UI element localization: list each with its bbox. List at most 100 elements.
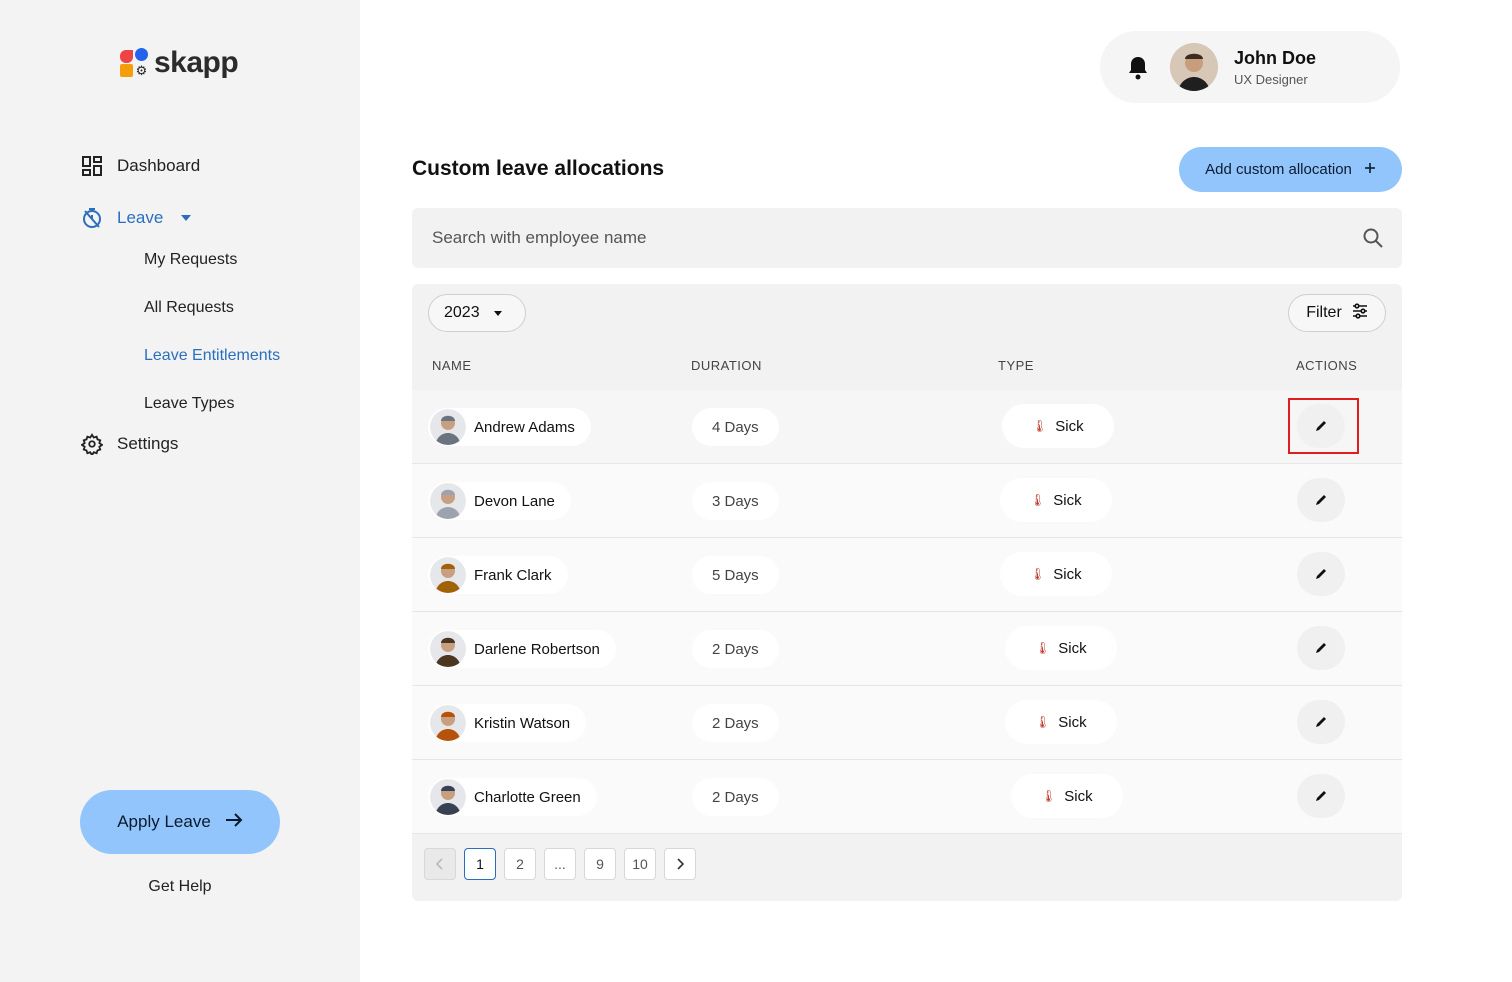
next-page-button[interactable] bbox=[664, 848, 696, 880]
pencil-icon bbox=[1316, 717, 1326, 727]
avatar[interactable] bbox=[1170, 43, 1218, 91]
arrow-right-icon bbox=[225, 812, 243, 832]
edit-button[interactable] bbox=[1297, 552, 1345, 596]
allocations-table: 2023 Filter NAME DURATION TYPE ACTIONS A… bbox=[412, 284, 1402, 901]
sliders-icon bbox=[1352, 302, 1368, 324]
avatar bbox=[430, 483, 466, 519]
table-row: Darlene Robertson 2 Days 🌡 Sick bbox=[412, 612, 1402, 686]
search-bar bbox=[412, 208, 1402, 268]
leave-type-chip: 🌡 Sick bbox=[1011, 774, 1123, 818]
pencil-icon bbox=[1316, 421, 1326, 431]
leave-type-label: Sick bbox=[1058, 713, 1087, 731]
sidebar-item-label: Settings bbox=[117, 434, 179, 453]
sidebar-subitem-my-requests[interactable]: My Requests bbox=[144, 236, 340, 284]
sidebar-subitem-leave-entitlements[interactable]: Leave Entitlements bbox=[144, 332, 340, 380]
apply-leave-button[interactable]: Apply Leave bbox=[80, 790, 280, 854]
bell-icon[interactable] bbox=[1126, 55, 1150, 80]
leave-type-label: Sick bbox=[1064, 787, 1093, 805]
avatar bbox=[430, 705, 466, 741]
edit-button[interactable] bbox=[1297, 700, 1345, 744]
chevron-right-icon bbox=[677, 858, 684, 870]
filter-button[interactable]: Filter bbox=[1288, 294, 1386, 332]
table-row: Charlotte Green 2 Days 🌡 Sick bbox=[412, 760, 1402, 834]
leave-type-label: Sick bbox=[1053, 491, 1082, 509]
leave-type-chip: 🌡 Sick bbox=[1000, 552, 1112, 596]
add-custom-allocation-label: Add custom allocation bbox=[1205, 161, 1352, 178]
edit-button[interactable] bbox=[1297, 478, 1345, 522]
column-header-duration: DURATION bbox=[691, 358, 762, 373]
employee-chip: Kristin Watson bbox=[428, 704, 587, 742]
table-row: Frank Clark 5 Days 🌡 Sick bbox=[412, 538, 1402, 612]
sidebar-subitem-leave-types[interactable]: Leave Types bbox=[144, 380, 340, 428]
leave-type-chip: 🌡 Sick bbox=[1005, 700, 1117, 744]
sidebar-item-label: Leave bbox=[117, 208, 164, 227]
get-help-link[interactable]: Get Help bbox=[80, 878, 280, 896]
thermometer-icon: 🌡 bbox=[1030, 567, 1046, 581]
edit-button[interactable] bbox=[1297, 774, 1345, 818]
column-header-type: TYPE bbox=[998, 358, 1034, 373]
dashboard-icon bbox=[80, 154, 104, 178]
duration-chip: 3 Days bbox=[692, 482, 779, 520]
page-button[interactable]: 2 bbox=[504, 848, 536, 880]
avatar bbox=[430, 409, 466, 445]
pencil-icon bbox=[1316, 569, 1326, 579]
avatar bbox=[430, 779, 466, 815]
page-button[interactable]: 10 bbox=[624, 848, 656, 880]
logo-mark-icon: ⚙ bbox=[120, 48, 150, 78]
leave-type-chip: 🌡 Sick bbox=[1005, 626, 1117, 670]
edit-button[interactable] bbox=[1297, 404, 1345, 448]
table-row: Devon Lane 3 Days 🌡 Sick bbox=[412, 464, 1402, 538]
duration-chip: 4 Days bbox=[692, 408, 779, 446]
leave-type-label: Sick bbox=[1055, 417, 1084, 435]
sidebar-item-dashboard[interactable]: Dashboard bbox=[80, 150, 340, 182]
search-input[interactable] bbox=[432, 228, 1332, 248]
profile-role: UX Designer bbox=[1234, 71, 1308, 87]
thermometer-icon: 🌡 bbox=[1041, 789, 1057, 803]
pencil-icon bbox=[1316, 495, 1326, 505]
logo-text: skapp bbox=[154, 46, 239, 79]
employee-chip: Devon Lane bbox=[428, 482, 571, 520]
employee-name: Darlene Robertson bbox=[474, 640, 600, 658]
add-custom-allocation-button[interactable]: Add custom allocation bbox=[1179, 147, 1402, 192]
sidebar-nav: Dashboard Leave My Requests All Requests… bbox=[80, 150, 340, 460]
thermometer-icon: 🌡 bbox=[1035, 641, 1051, 655]
employee-chip: Frank Clark bbox=[428, 556, 568, 594]
leave-type-chip: 🌡 Sick bbox=[1000, 478, 1112, 522]
leave-type-chip: 🌡 Sick bbox=[1002, 404, 1114, 448]
duration-chip: 2 Days bbox=[692, 778, 779, 816]
table-row: Andrew Adams 4 Days 🌡 Sick bbox=[412, 390, 1402, 464]
sidebar-item-leave[interactable]: Leave bbox=[80, 202, 340, 234]
employee-chip: Andrew Adams bbox=[428, 408, 591, 446]
employee-name: Andrew Adams bbox=[474, 418, 575, 436]
plus-icon bbox=[1364, 161, 1376, 178]
year-value: 2023 bbox=[444, 304, 480, 321]
avatar bbox=[430, 631, 466, 667]
chevron-down-icon bbox=[493, 310, 502, 316]
employee-chip: Darlene Robertson bbox=[428, 630, 616, 668]
employee-name: Kristin Watson bbox=[474, 714, 571, 732]
sidebar-subitem-all-requests[interactable]: All Requests bbox=[144, 284, 340, 332]
sidebar-item-label: Dashboard bbox=[117, 156, 201, 175]
employee-name: Frank Clark bbox=[474, 566, 552, 584]
table-row: Kristin Watson 2 Days 🌡 Sick bbox=[412, 686, 1402, 760]
page-button[interactable]: 9 bbox=[584, 848, 616, 880]
column-header-actions: ACTIONS bbox=[1296, 358, 1358, 373]
prev-page-button[interactable] bbox=[424, 848, 456, 880]
edit-button[interactable] bbox=[1297, 626, 1345, 670]
pencil-icon bbox=[1316, 791, 1326, 801]
year-dropdown[interactable]: 2023 bbox=[428, 294, 526, 332]
apply-leave-label: Apply Leave bbox=[117, 812, 211, 831]
stopwatch-icon bbox=[80, 206, 104, 230]
gear-icon bbox=[80, 432, 104, 456]
profile-name: John Doe bbox=[1234, 47, 1317, 68]
search-icon[interactable] bbox=[1362, 227, 1384, 249]
chevron-down-icon bbox=[181, 215, 192, 221]
leave-type-label: Sick bbox=[1053, 565, 1082, 583]
employee-chip: Charlotte Green bbox=[428, 778, 597, 816]
skapp-logo[interactable]: ⚙ skapp bbox=[120, 46, 239, 80]
thermometer-icon: 🌡 bbox=[1030, 493, 1046, 507]
sidebar: ⚙ skapp Dashboard Leave My Requests All … bbox=[0, 0, 360, 982]
leave-submenu: My Requests All Requests Leave Entitleme… bbox=[80, 236, 340, 428]
sidebar-item-settings[interactable]: Settings bbox=[80, 428, 340, 460]
page-button[interactable]: 1 bbox=[464, 848, 496, 880]
